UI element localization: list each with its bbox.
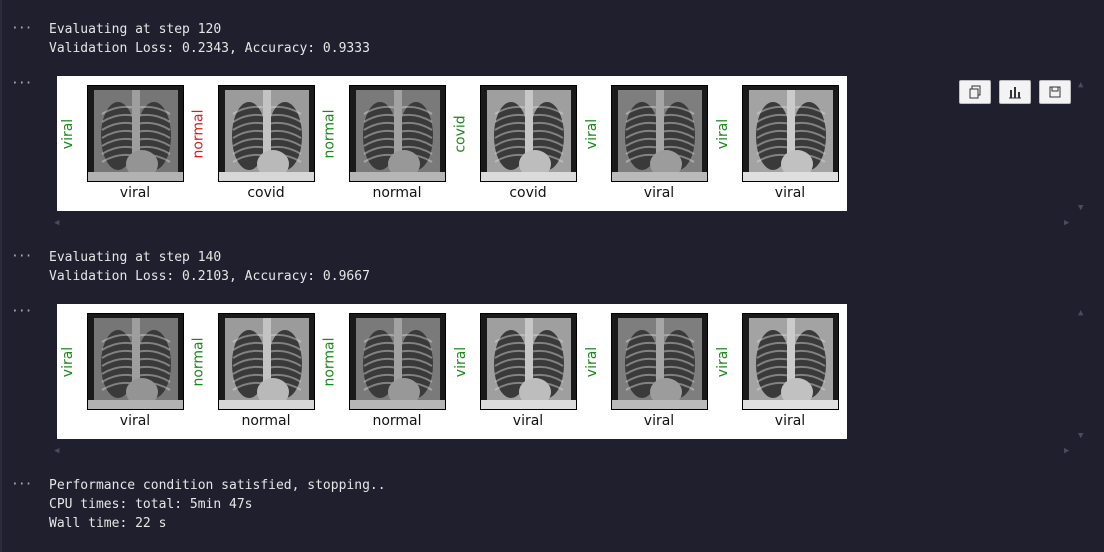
- xray-image: [218, 313, 315, 410]
- xray-image: [349, 313, 446, 410]
- prediction-panel: viral viral: [712, 313, 839, 437]
- xray-image: [480, 313, 577, 410]
- xray-image: [742, 85, 839, 182]
- stdout-text: Evaluating at step 140 Validation Loss: …: [49, 248, 370, 286]
- prediction-panel: normal covid: [188, 85, 315, 209]
- scroll-right-arrow[interactable]: ▶: [1064, 446, 1069, 456]
- copy-icon[interactable]: [959, 80, 991, 104]
- predicted-label: normal: [322, 108, 338, 159]
- stdout-line: Wall time: 22 s: [49, 516, 167, 531]
- scroll-left-arrow[interactable]: ◀: [54, 218, 59, 228]
- output-toolbar: [959, 80, 1071, 104]
- xray-image: [87, 85, 184, 182]
- prediction-panel: normal normal: [319, 85, 446, 209]
- actual-label: viral: [774, 413, 806, 429]
- scroll-up-arrow[interactable]: ▲: [1078, 80, 1083, 90]
- prediction-panel: normal normal: [319, 313, 446, 437]
- predicted-label: viral: [715, 118, 731, 149]
- xray-image: [218, 85, 315, 182]
- actual-label: covid: [509, 185, 547, 201]
- predicted-label: normal: [322, 336, 338, 387]
- xray-image: [480, 85, 577, 182]
- stdout-line: Evaluating at step 140: [49, 250, 222, 265]
- prediction-figure: viral viral normal normal normal normal vir…: [57, 304, 847, 439]
- stdout-line: Validation Loss: 0.2103, Accuracy: 0.966…: [49, 269, 370, 284]
- output-collapse-button[interactable]: ···: [11, 478, 32, 492]
- save-icon[interactable]: [1039, 80, 1071, 104]
- scroll-down-arrow[interactable]: ▼: [1078, 203, 1083, 213]
- cell-gutter: [0, 0, 2, 552]
- predicted-label: viral: [60, 118, 76, 149]
- prediction-panel: covid covid: [450, 85, 577, 209]
- prediction-panel: viral viral: [581, 313, 708, 437]
- actual-label: viral: [119, 413, 151, 429]
- xray-image: [349, 85, 446, 182]
- stdout-line: CPU times: total: 5min 47s: [49, 497, 253, 512]
- stdout-line: Evaluating at step 120: [49, 22, 222, 37]
- stdout-line: Performance condition satisfied, stoppin…: [49, 478, 386, 493]
- predicted-label: viral: [584, 118, 600, 149]
- prediction-panel: viral viral: [712, 85, 839, 209]
- scroll-down-arrow[interactable]: ▼: [1078, 431, 1083, 441]
- actual-label: viral: [512, 413, 544, 429]
- xray-image: [611, 313, 708, 410]
- output-collapse-button[interactable]: ···: [11, 22, 32, 36]
- chart-icon[interactable]: [999, 80, 1031, 104]
- prediction-panel: viral viral: [450, 313, 577, 437]
- actual-label: normal: [372, 185, 422, 201]
- xray-image: [87, 313, 184, 410]
- output-collapse-button[interactable]: ···: [11, 77, 32, 91]
- prediction-panel: viral viral: [57, 313, 184, 437]
- actual-label: normal: [241, 413, 291, 429]
- output-collapse-button[interactable]: ···: [11, 305, 32, 319]
- stdout-text: Evaluating at step 120 Validation Loss: …: [49, 20, 370, 58]
- predicted-label: viral: [60, 346, 76, 377]
- scroll-up-arrow[interactable]: ▲: [1078, 308, 1083, 318]
- prediction-panel: viral viral: [581, 85, 708, 209]
- actual-label: viral: [643, 413, 675, 429]
- stdout-line: Validation Loss: 0.2343, Accuracy: 0.933…: [49, 41, 370, 56]
- scroll-left-arrow[interactable]: ◀: [54, 446, 59, 456]
- actual-label: viral: [774, 185, 806, 201]
- stdout-text: Performance condition satisfied, stoppin…: [49, 476, 386, 533]
- output-collapse-button[interactable]: ···: [11, 250, 32, 264]
- prediction-panel: viral viral: [57, 85, 184, 209]
- predicted-label: covid: [453, 114, 470, 153]
- xray-image: [611, 85, 708, 182]
- xray-image: [742, 313, 839, 410]
- actual-label: normal: [372, 413, 422, 429]
- predicted-label: viral: [584, 346, 600, 377]
- actual-label: viral: [643, 185, 675, 201]
- predicted-label: normal: [191, 108, 207, 159]
- actual-label: viral: [119, 185, 151, 201]
- prediction-panel: normal normal: [188, 313, 315, 437]
- scroll-right-arrow[interactable]: ▶: [1064, 218, 1069, 228]
- predicted-label: viral: [453, 346, 469, 377]
- predicted-label: viral: [715, 346, 731, 377]
- actual-label: covid: [247, 185, 285, 201]
- prediction-figure: viral viral normal covid normal normal covi…: [57, 76, 847, 211]
- predicted-label: normal: [191, 336, 207, 387]
